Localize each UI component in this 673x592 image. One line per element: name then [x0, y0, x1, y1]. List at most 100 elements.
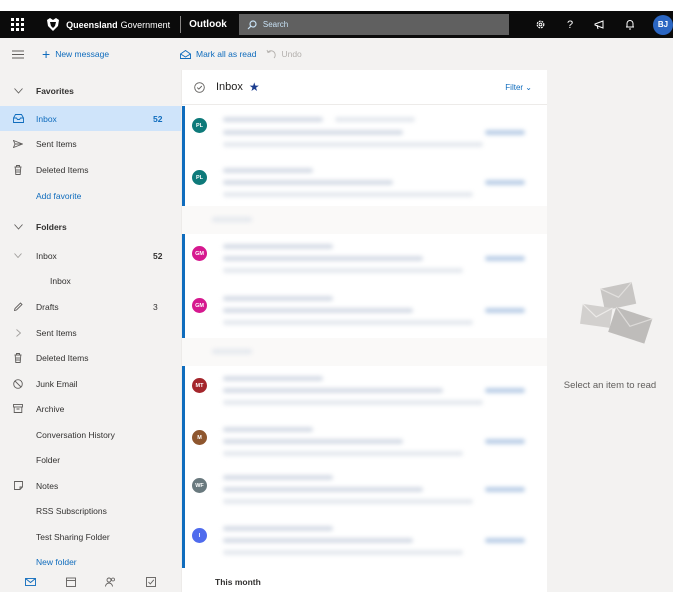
chevron-right-icon: [0, 328, 36, 337]
filter-button[interactable]: Filter ⌄: [505, 83, 532, 92]
app-name[interactable]: Outlook: [189, 19, 227, 30]
mark-all-read-button[interactable]: Mark all as read: [180, 49, 256, 59]
date-separator: [182, 338, 548, 366]
chevron-down-icon: [0, 253, 36, 258]
new-message-button[interactable]: + New message: [36, 47, 180, 61]
trash-icon: [0, 164, 36, 175]
send-icon: [0, 139, 36, 148]
new-folder-link[interactable]: New folder: [0, 549, 181, 574]
sidebar-item-notes[interactable]: Notes: [0, 473, 181, 498]
calendar-icon[interactable]: [65, 577, 76, 587]
sidebar-item-test-sharing[interactable]: Test Sharing Folder: [0, 524, 181, 549]
draft-count: 3: [153, 301, 158, 312]
archive-icon: [0, 404, 36, 413]
envelopes-illustration: [580, 281, 653, 344]
brand-name-rest: Government: [120, 19, 171, 30]
sidebar-item-label: Sent Items: [36, 138, 77, 149]
sidebar-item-label: Drafts: [36, 301, 59, 312]
help-icon: ?: [566, 18, 574, 31]
folders-label: Folders: [36, 221, 67, 232]
sidebar-item-label: Inbox: [36, 250, 57, 261]
module-switcher: [0, 572, 181, 592]
add-favorite-label: Add favorite: [36, 190, 82, 201]
sidebar-item-favorite-deleted[interactable]: Deleted Items: [0, 157, 181, 182]
sidebar-item-label: Conversation History: [36, 429, 115, 440]
folder-pane: Favorites Inbox 52 Sent Items Deleted It…: [0, 70, 181, 592]
sidebar-item-label: Deleted Items: [36, 352, 89, 363]
todo-icon[interactable]: [146, 577, 157, 587]
sidebar-item-label: Inbox: [36, 113, 57, 124]
search-placeholder: Search: [262, 20, 289, 29]
sidebar-item-label: Test Sharing Folder: [36, 531, 110, 542]
settings-button[interactable]: [525, 11, 555, 38]
suite-header: Queensland Government Outlook Search ? B…: [0, 11, 673, 38]
waffle-icon: [11, 18, 25, 31]
sidebar-item-label: Junk Email: [36, 378, 78, 389]
chevron-down-icon: [0, 223, 36, 230]
sidebar-item-junk[interactable]: Junk Email: [0, 371, 181, 396]
sidebar-item-label: Sent Items: [36, 327, 77, 338]
block-icon: [0, 378, 36, 389]
notifications-button[interactable]: [615, 11, 645, 38]
header-divider: [180, 16, 182, 33]
mail-icon[interactable]: [24, 578, 36, 586]
sidebar-item-inbox[interactable]: Inbox 52: [0, 243, 181, 268]
favorites-label: Favorites: [36, 85, 74, 96]
message-item[interactable]: MT: [182, 366, 548, 418]
new-folder-label: New folder: [36, 556, 77, 567]
sidebar-item-drafts[interactable]: Drafts 3: [0, 294, 181, 319]
search-icon: [247, 19, 257, 29]
message-item[interactable]: PL: [182, 106, 548, 158]
sender-avatar: WF: [192, 478, 207, 493]
chevron-down-icon: ⌄: [525, 82, 532, 92]
sidebar-item-label: Folder: [36, 454, 61, 465]
chevron-down-icon: [0, 87, 36, 94]
feedback-button[interactable]: [585, 11, 615, 38]
app-launcher-button[interactable]: [0, 11, 35, 38]
folders-header[interactable]: Folders: [0, 214, 181, 239]
message-item[interactable]: PL: [182, 158, 548, 206]
inbox-icon: [0, 114, 36, 123]
brand-logo[interactable]: Queensland Government: [35, 11, 178, 38]
reading-pane: Select an item to read: [547, 70, 673, 592]
folder-title: Inbox: [216, 81, 243, 93]
account-avatar[interactable]: BJ: [653, 14, 673, 35]
sidebar-item-rss[interactable]: RSS Subscriptions: [0, 498, 181, 523]
undo-label: Undo: [281, 49, 302, 59]
help-button[interactable]: ?: [555, 11, 585, 38]
people-icon[interactable]: [105, 577, 116, 587]
filter-label: Filter: [505, 82, 524, 92]
message-list: Inbox ★ Filter ⌄ PL PL GM GM MT M WF I T…: [181, 70, 548, 592]
search-box[interactable]: Search: [238, 14, 509, 35]
sidebar-item-archive[interactable]: Archive: [0, 396, 181, 421]
select-all-button[interactable]: [182, 81, 216, 93]
sidebar-item-conversation-history[interactable]: Conversation History: [0, 422, 181, 447]
sidebar-item-favorite-sent[interactable]: Sent Items: [0, 131, 181, 156]
nav-toggle-button[interactable]: [0, 50, 36, 59]
message-item[interactable]: GM: [182, 286, 548, 338]
hamburger-icon: [12, 50, 24, 58]
undo-button[interactable]: Undo: [266, 49, 302, 59]
sidebar-item-favorite-inbox[interactable]: Inbox 52: [0, 106, 181, 131]
command-bar: + New message Mark all as read Undo: [0, 38, 673, 70]
sidebar-item-label: RSS Subscriptions: [36, 505, 107, 516]
sidebar-item-sent[interactable]: Sent Items: [0, 320, 181, 345]
star-icon[interactable]: ★: [249, 80, 260, 94]
sidebar-item-label: Notes: [36, 480, 59, 491]
sidebar-item-folder[interactable]: Folder: [0, 447, 181, 472]
message-item[interactable]: M: [182, 418, 548, 466]
sidebar-item-inbox-subfolder[interactable]: Inbox: [0, 268, 181, 293]
group-label: This month: [215, 577, 261, 587]
add-favorite-link[interactable]: Add favorite: [0, 183, 181, 208]
header-actions: ? BJ: [525, 11, 673, 38]
note-icon: [0, 481, 36, 490]
trash-icon: [0, 352, 36, 363]
sidebar-item-deleted[interactable]: Deleted Items: [0, 345, 181, 370]
message-item[interactable]: I: [182, 516, 548, 568]
feedback-icon: [594, 19, 604, 29]
sidebar-item-label: Archive: [36, 403, 65, 414]
message-item[interactable]: GM: [182, 234, 548, 286]
unread-count: 52: [153, 113, 163, 124]
message-item[interactable]: WF: [182, 466, 548, 516]
favorites-header[interactable]: Favorites: [0, 78, 181, 103]
